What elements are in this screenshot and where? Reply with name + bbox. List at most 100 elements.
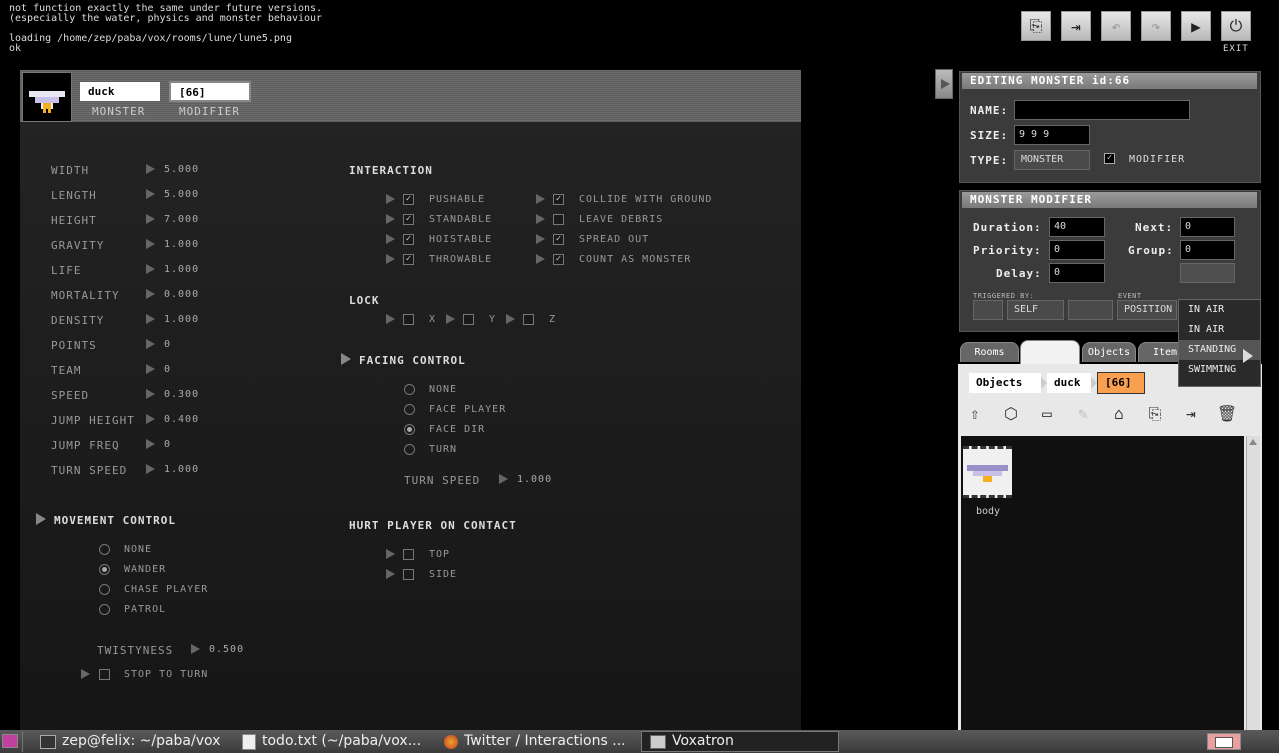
- dropdown-item[interactable]: SWIMMING: [1179, 360, 1260, 380]
- tab-objects[interactable]: Objects: [1082, 342, 1136, 362]
- prop-arrow-icon[interactable]: [146, 164, 155, 174]
- collide-ground-checkbox[interactable]: ✓: [553, 194, 564, 205]
- interaction-arrow-icon[interactable]: [536, 214, 545, 224]
- prop-arrow-icon[interactable]: [146, 189, 155, 199]
- name-input[interactable]: [1014, 100, 1190, 120]
- facing-radio-none[interactable]: [404, 384, 415, 395]
- file-thumbnail[interactable]: [963, 446, 1012, 498]
- rename-pencil-icon[interactable]: ✎: [1072, 403, 1094, 425]
- throwable-checkbox[interactable]: ✓: [403, 254, 414, 265]
- duration-input[interactable]: 40: [1049, 217, 1105, 237]
- movement-radio-none[interactable]: [99, 544, 110, 555]
- breadcrumb-objects[interactable]: Objects: [969, 373, 1041, 393]
- prop-arrow-icon[interactable]: [146, 389, 155, 399]
- prop-arrow-icon[interactable]: [146, 439, 155, 449]
- tab-monsters[interactable]: [1020, 340, 1080, 364]
- priority-input[interactable]: 0: [1049, 240, 1105, 260]
- prop-arrow-icon[interactable]: [146, 364, 155, 374]
- monster-thumbnail[interactable]: [22, 72, 72, 122]
- prop-arrow-icon[interactable]: [146, 289, 155, 299]
- hurt-side-checkbox[interactable]: [403, 569, 414, 580]
- movement-radio-wander[interactable]: [99, 564, 110, 575]
- movement-radio-chase[interactable]: [99, 584, 110, 595]
- show-desktop-icon[interactable]: [2, 734, 18, 748]
- exit-button[interactable]: ⏻: [1221, 11, 1251, 41]
- redo-button[interactable]: ↷: [1141, 11, 1171, 41]
- export-icon[interactable]: ⎘: [1144, 403, 1166, 425]
- dropdown-item[interactable]: IN AIR: [1179, 300, 1260, 320]
- movement-radio-patrol[interactable]: [99, 604, 110, 615]
- standable-checkbox[interactable]: ✓: [403, 214, 414, 225]
- prop-value[interactable]: 1.000: [164, 239, 199, 250]
- interaction-arrow-icon[interactable]: [386, 254, 395, 264]
- tab-rooms[interactable]: Rooms: [960, 342, 1019, 362]
- prop-value[interactable]: 0.000: [164, 289, 199, 300]
- taskbar-item-terminal[interactable]: zep@felix: ~/paba/vox: [34, 731, 236, 752]
- modifier-id-field[interactable]: [66]: [169, 81, 251, 102]
- file-name[interactable]: body: [976, 506, 1000, 517]
- interaction-arrow-icon[interactable]: [386, 234, 395, 244]
- facing-radio-face-player[interactable]: [404, 404, 415, 415]
- prop-arrow-icon[interactable]: [146, 239, 155, 249]
- hoistable-checkbox[interactable]: ✓: [403, 234, 414, 245]
- spread-out-checkbox[interactable]: ✓: [553, 234, 564, 245]
- trigger-slot[interactable]: [973, 300, 1003, 320]
- collapse-panel-button[interactable]: [935, 69, 953, 99]
- new-object-icon[interactable]: ⬡: [1000, 403, 1022, 425]
- prop-value[interactable]: 0.400: [164, 414, 199, 425]
- interaction-arrow-icon[interactable]: [536, 234, 545, 244]
- facing-radio-turn[interactable]: [404, 444, 415, 455]
- workspace-switcher[interactable]: [1207, 733, 1241, 750]
- prop-value[interactable]: 1.000: [164, 314, 199, 325]
- facing-expand-icon[interactable]: [341, 353, 351, 365]
- size-input[interactable]: 9 9 9: [1014, 125, 1090, 145]
- prop-arrow-icon[interactable]: [146, 464, 155, 474]
- lock-arrow-icon[interactable]: [446, 314, 455, 324]
- triggered-by-select[interactable]: SELF: [1007, 300, 1064, 320]
- save-as-button[interactable]: ⎘: [1021, 11, 1051, 41]
- lock-arrow-icon[interactable]: [386, 314, 395, 324]
- event-select[interactable]: POSITION: [1117, 300, 1177, 320]
- prop-value[interactable]: 7.000: [164, 214, 199, 225]
- modifier-tab-label[interactable]: MODIFIER: [179, 105, 240, 118]
- file-list-scrollbar[interactable]: [1246, 436, 1260, 730]
- dropdown-item[interactable]: IN AIR: [1179, 320, 1260, 340]
- trash-icon[interactable]: 🗑: [1216, 403, 1238, 425]
- delay-input[interactable]: 0: [1049, 263, 1105, 283]
- prop-arrow-icon[interactable]: [146, 264, 155, 274]
- next-input[interactable]: 0: [1180, 217, 1235, 237]
- taskbar-item-editor[interactable]: todo.txt (~/paba/vox...: [236, 731, 438, 752]
- type-select[interactable]: MONSTER: [1014, 150, 1090, 170]
- import-button[interactable]: ⇥: [1061, 11, 1091, 41]
- prop-value[interactable]: 1.000: [164, 264, 199, 275]
- hurt-arrow-icon[interactable]: [386, 569, 395, 579]
- open-folder-icon[interactable]: ⌂: [1108, 403, 1130, 425]
- prop-arrow-icon[interactable]: [146, 414, 155, 424]
- taskbar-item-browser[interactable]: Twitter / Interactions ...: [438, 731, 640, 752]
- count-as-monster-checkbox[interactable]: ✓: [553, 254, 564, 265]
- monster-tab-label[interactable]: MONSTER: [92, 105, 145, 118]
- lock-y-checkbox[interactable]: [463, 314, 474, 325]
- group-input[interactable]: 0: [1180, 240, 1235, 260]
- new-folder-icon[interactable]: ▭: [1036, 403, 1058, 425]
- trigger-target-slot[interactable]: [1068, 300, 1113, 320]
- stop-turn-arrow-icon[interactable]: [81, 669, 90, 679]
- import-icon[interactable]: ⇥: [1180, 403, 1202, 425]
- prop-arrow-icon[interactable]: [146, 339, 155, 349]
- interaction-arrow-icon[interactable]: [386, 214, 395, 224]
- play-button[interactable]: ▶: [1181, 11, 1211, 41]
- interaction-arrow-icon[interactable]: [536, 254, 545, 264]
- prop-arrow-icon[interactable]: [146, 314, 155, 324]
- monster-name-field[interactable]: duck: [80, 82, 160, 101]
- prop-value[interactable]: 0: [164, 439, 171, 450]
- interaction-arrow-icon[interactable]: [536, 194, 545, 204]
- lock-x-checkbox[interactable]: [403, 314, 414, 325]
- hurt-top-checkbox[interactable]: [403, 549, 414, 560]
- lock-arrow-icon[interactable]: [506, 314, 515, 324]
- scroll-up-icon[interactable]: [1249, 439, 1257, 445]
- pushable-checkbox[interactable]: ✓: [403, 194, 414, 205]
- movement-expand-icon[interactable]: [36, 513, 46, 525]
- hurt-arrow-icon[interactable]: [386, 549, 395, 559]
- facing-turn-speed-arrow-icon[interactable]: [499, 474, 508, 484]
- prop-value[interactable]: 0: [164, 339, 171, 350]
